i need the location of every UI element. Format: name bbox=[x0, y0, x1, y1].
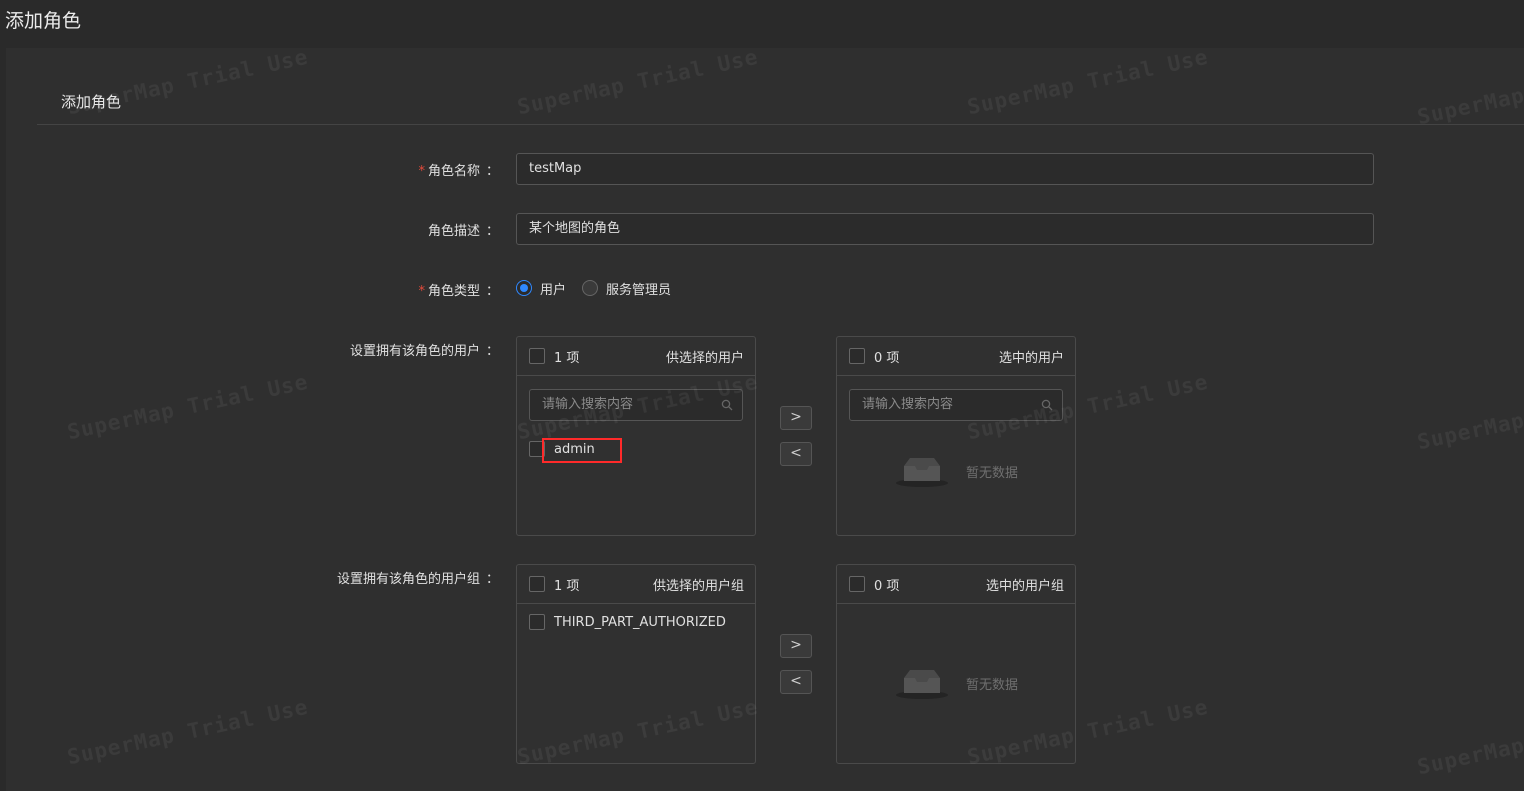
empty-text: 暂无数据 bbox=[965, 465, 1018, 481]
panel-header: 0 项 选中的用户 bbox=[837, 337, 1075, 376]
search-placeholder: 请输入搜索内容 bbox=[862, 397, 954, 412]
empty-state: 暂无数据 bbox=[837, 666, 1075, 700]
empty-inbox-icon bbox=[895, 458, 948, 487]
role-name-input[interactable]: testMap bbox=[516, 153, 1374, 185]
item-count: 0 项 bbox=[874, 350, 900, 366]
page-title: 添加角色 bbox=[5, 10, 82, 32]
empty-text: 暂无数据 bbox=[965, 677, 1018, 693]
move-left-button[interactable]: < bbox=[780, 670, 812, 694]
search-input[interactable]: 请输入搜索内容 bbox=[529, 389, 743, 421]
move-right-button[interactable]: > bbox=[780, 634, 812, 658]
radio-user[interactable] bbox=[516, 280, 532, 296]
radio-user-label[interactable]: 用户 bbox=[540, 279, 566, 298]
empty-state: 暂无数据 bbox=[837, 454, 1075, 488]
item-count: 0 项 bbox=[874, 578, 900, 594]
groups-source-panel: 1 项 供选择的用户组 THIRD_PART_AUTHORIZED bbox=[516, 564, 756, 764]
panel-header: 0 项 选中的用户组 bbox=[837, 565, 1075, 604]
move-right-button[interactable]: > bbox=[780, 406, 812, 430]
search-placeholder: 请输入搜索内容 bbox=[542, 397, 634, 412]
select-all-checkbox[interactable] bbox=[849, 576, 865, 592]
role-desc-label: 角色描述： bbox=[427, 224, 499, 239]
groups-target-panel: 0 项 选中的用户组 暂无数据 bbox=[836, 564, 1076, 764]
panel-header: 1 项 供选择的用户 bbox=[517, 337, 755, 376]
divider bbox=[37, 124, 1524, 125]
required-asterisk: * bbox=[418, 284, 425, 299]
panel-title: 选中的用户组 bbox=[985, 578, 1064, 594]
item-label: THIRD_PART_AUTHORIZED bbox=[554, 614, 726, 630]
role-type-radio-group: 用户 服务管理员 bbox=[516, 278, 687, 298]
search-icon bbox=[1041, 399, 1053, 411]
list-item[interactable]: THIRD_PART_AUTHORIZED bbox=[517, 611, 755, 633]
users-transfer-label: 设置拥有该角色的用户： bbox=[349, 344, 499, 359]
search-input[interactable]: 请输入搜索内容 bbox=[849, 389, 1063, 421]
annotation-highlight bbox=[542, 438, 622, 463]
users-source-panel: 1 项 供选择的用户 请输入搜索内容 admin bbox=[516, 336, 756, 536]
role-type-label: * 角色类型： bbox=[418, 284, 499, 299]
select-all-checkbox[interactable] bbox=[529, 348, 545, 364]
required-asterisk: * bbox=[418, 164, 425, 179]
panel-title: 供选择的用户组 bbox=[652, 578, 744, 594]
select-all-checkbox[interactable] bbox=[849, 348, 865, 364]
panel-header: 1 项 供选择的用户组 bbox=[517, 565, 755, 604]
users-target-panel: 0 项 选中的用户 请输入搜索内容 暂无数据 bbox=[836, 336, 1076, 536]
select-all-checkbox[interactable] bbox=[529, 576, 545, 592]
search-icon bbox=[721, 399, 733, 411]
panel-title: 选中的用户 bbox=[998, 350, 1064, 366]
groups-transfer-label: 设置拥有该角色的用户组： bbox=[336, 572, 499, 587]
radio-service-admin[interactable] bbox=[582, 280, 599, 296]
radio-service-admin-label[interactable]: 服务管理员 bbox=[606, 279, 671, 298]
card-title: 添加角色 bbox=[61, 93, 122, 111]
panel-title: 供选择的用户 bbox=[665, 350, 744, 366]
role-desc-input[interactable]: 某个地图的角色 bbox=[516, 213, 1374, 245]
move-left-button[interactable]: < bbox=[780, 442, 812, 466]
item-count: 1 项 bbox=[554, 578, 580, 594]
role-name-label: * 角色名称： bbox=[418, 164, 499, 179]
item-count: 1 项 bbox=[554, 350, 580, 366]
item-checkbox[interactable] bbox=[529, 614, 545, 630]
empty-inbox-icon bbox=[895, 670, 948, 699]
